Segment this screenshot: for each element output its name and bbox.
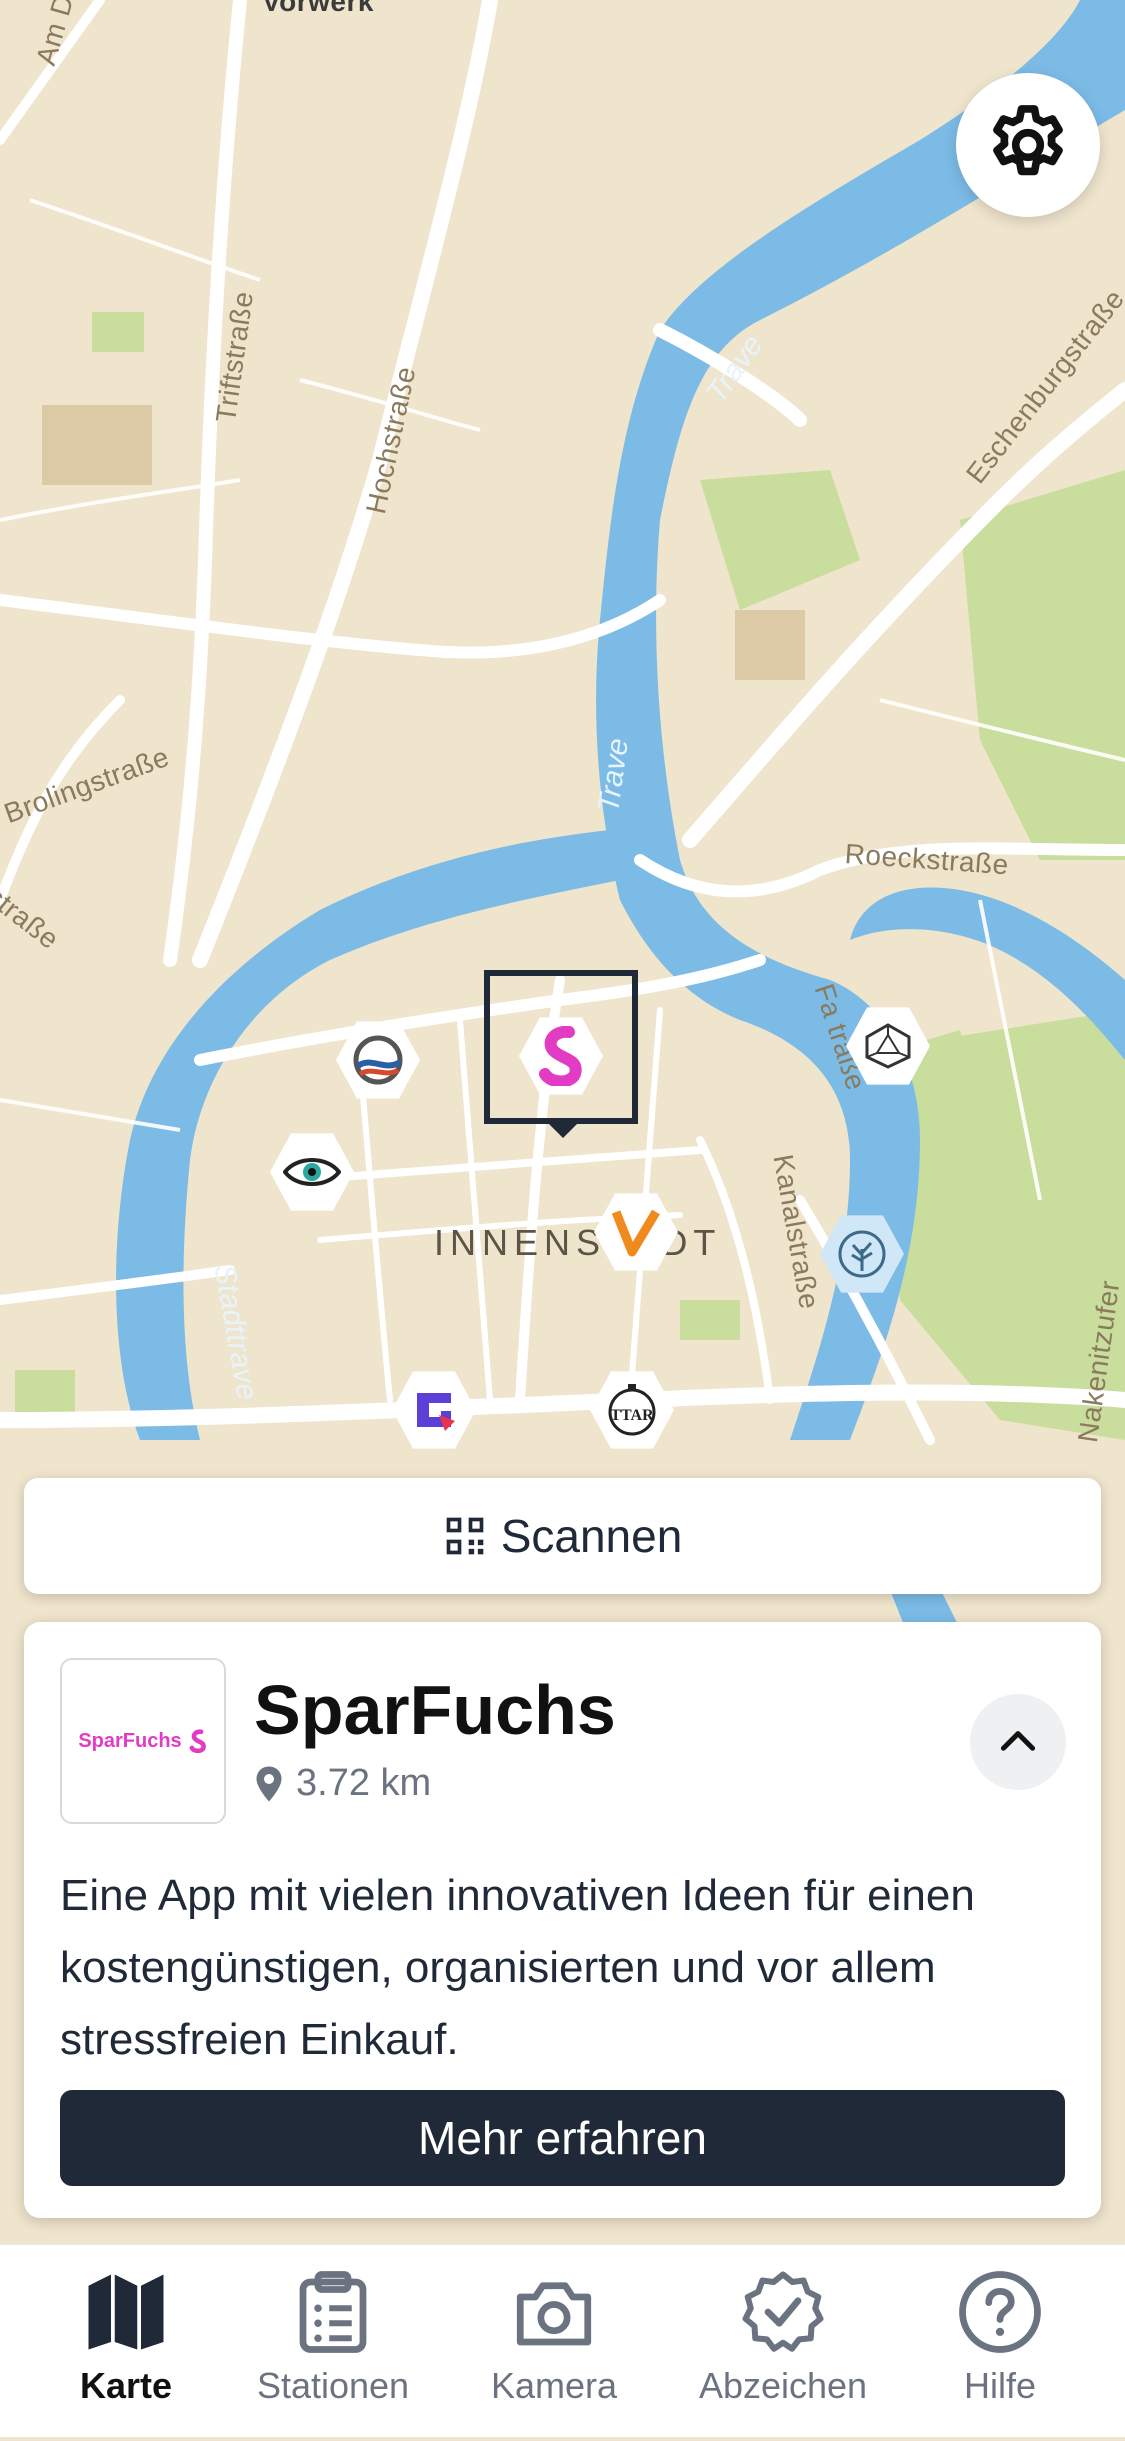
station-v[interactable] bbox=[594, 1190, 678, 1274]
station-geometry[interactable] bbox=[846, 1004, 930, 1088]
tab-stationen-label: Stationen bbox=[256, 2365, 410, 2406]
tab-karte[interactable]: Karte bbox=[26, 2267, 226, 2407]
tab-hilfe[interactable]: Hilfe bbox=[900, 2267, 1100, 2407]
scan-button-label: Scannen bbox=[500, 1510, 683, 1562]
tab-karte-label: Karte bbox=[79, 2365, 173, 2406]
bottom-tab-bar: Karte Stationen Kamera Abzeichen Hilfe bbox=[0, 2244, 1125, 2437]
v-logo-icon bbox=[594, 1190, 678, 1274]
station-logo: SparFuchs bbox=[60, 1658, 226, 1824]
polyhedron-icon bbox=[846, 1004, 930, 1088]
station-description: Eine App mit vielen innovativen Ideen fü… bbox=[60, 1871, 975, 2064]
station-ttar[interactable]: TTAR bbox=[590, 1368, 674, 1452]
tab-kamera-label: Kamera bbox=[490, 2365, 618, 2406]
eye-icon bbox=[270, 1130, 354, 1214]
ttar-text: TTAR bbox=[610, 1407, 654, 1424]
camera-icon bbox=[516, 2282, 592, 2346]
station-logo-text: SparFuchs bbox=[78, 1729, 182, 1752]
tab-abzeichen-label: Abzeichen bbox=[698, 2365, 868, 2406]
clipboard-list-icon bbox=[299, 2271, 367, 2353]
tab-hilfe-label: Hilfe bbox=[963, 2365, 1037, 2406]
more-info-button[interactable]: Mehr erfahren bbox=[60, 2090, 1065, 2186]
sparfuchs-s-icon bbox=[189, 1729, 206, 1753]
tab-kamera[interactable]: Kamera bbox=[454, 2267, 654, 2407]
station-info-card: SparFuchs SparFuchs 3.72 km Eine App mit… bbox=[24, 1622, 1101, 2218]
station-tree[interactable] bbox=[820, 1212, 904, 1296]
collapse-card-button[interactable] bbox=[970, 1694, 1066, 1790]
location-pin-icon bbox=[256, 1766, 282, 1801]
gear-icon bbox=[993, 105, 1063, 176]
scan-button[interactable]: Scannen bbox=[24, 1478, 1101, 1594]
station-distance-value: 3.72 km bbox=[296, 1762, 432, 1804]
map-icon bbox=[88, 2274, 164, 2350]
badge-check-icon bbox=[742, 2271, 824, 2352]
selected-station-frame bbox=[484, 970, 638, 1124]
chevron-up-icon bbox=[1000, 1731, 1036, 1751]
tab-abzeichen[interactable]: Abzeichen bbox=[683, 2267, 883, 2407]
station-eye[interactable] bbox=[270, 1130, 354, 1214]
station-g[interactable] bbox=[392, 1368, 476, 1452]
map-label-vorwerk: Vorwerk bbox=[262, 0, 374, 17]
station-ship[interactable] bbox=[336, 1018, 420, 1102]
ship-swirl-icon bbox=[336, 1018, 420, 1102]
qr-code-icon bbox=[446, 1517, 484, 1555]
selected-station-pointer bbox=[549, 1124, 577, 1138]
station-distance: 3.72 km bbox=[254, 1762, 431, 1805]
stopwatch-icon: TTAR bbox=[590, 1368, 674, 1452]
help-circle-icon bbox=[959, 2271, 1041, 2353]
map-label-innenstadt: INNENSTADT bbox=[434, 1222, 722, 1263]
station-title: SparFuchs bbox=[254, 1671, 616, 1749]
tree-icon bbox=[820, 1212, 904, 1296]
settings-button[interactable] bbox=[956, 73, 1100, 217]
tab-stationen[interactable]: Stationen bbox=[233, 2267, 433, 2407]
g-logo-icon bbox=[392, 1368, 476, 1452]
